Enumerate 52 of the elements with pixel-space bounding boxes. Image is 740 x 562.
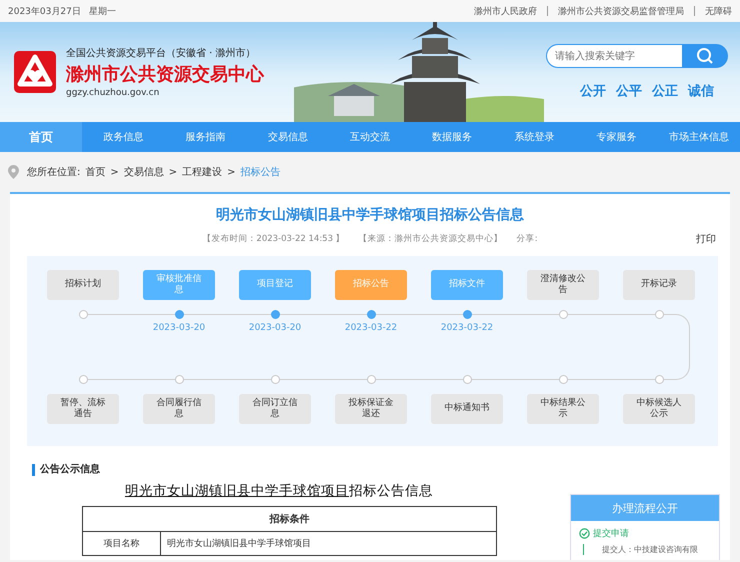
location-pin-icon	[8, 165, 19, 179]
breadcrumb-link[interactable]: 交易信息	[124, 165, 164, 179]
slogan-text: 公平	[616, 83, 642, 100]
location-label: 您所在位置:	[27, 166, 80, 179]
step-button[interactable]: 投标保证金退还	[335, 394, 407, 424]
process-step: 提交申请	[593, 527, 629, 540]
step-date: 2023-03-20	[248, 323, 302, 334]
platform-name: 全国公共资源交易平台（安徽省 · 滁州市）	[66, 46, 257, 60]
section-heading: 公告公示信息	[32, 464, 502, 476]
slogan-text: 诚信	[688, 83, 714, 100]
breadcrumb-separator: >	[110, 166, 119, 178]
check-circle-icon	[579, 528, 590, 539]
step-date: 2023-03-20	[152, 323, 206, 334]
search-button[interactable]	[682, 44, 728, 68]
date-text: 2023年03月27日	[8, 6, 81, 18]
publish-time: 【发布时间：2023-03-22 14:53 】	[202, 233, 345, 245]
breadcrumb-link[interactable]: 首页	[85, 165, 106, 179]
search-icon	[696, 47, 714, 65]
slogan-text: 公正	[652, 83, 678, 100]
header-link[interactable]: 无障碍	[705, 4, 732, 18]
breadcrumb-link[interactable]: 工程建设	[182, 165, 222, 179]
step-button[interactable]: 招标计划	[47, 270, 119, 300]
step-date: 2023-03-22	[344, 323, 398, 334]
step-button[interactable]: 中标结果公示	[527, 394, 599, 424]
header-link[interactable]: 滁州市人民政府	[474, 4, 537, 18]
slogan-text: 公开	[580, 83, 606, 100]
article-title: 明光市女山湖镇旧县中学手球馆项目招标公告信息	[215, 206, 525, 224]
step-button[interactable]: 合同履行信息	[143, 394, 215, 424]
step-button[interactable]: 合同订立信息	[239, 394, 311, 424]
step-button[interactable]: 澄清修改公告	[527, 270, 599, 300]
step-button[interactable]: 中标通知书	[431, 394, 503, 424]
site-title: 滁州市公共资源交易中心	[66, 63, 264, 86]
table-cell: 项目名称	[82, 532, 160, 556]
site-domain: ggzy.chuzhou.gov.cn	[66, 88, 160, 98]
table-cell: 明光市女山湖镇旧县中学手球馆项目	[160, 532, 496, 556]
search-field[interactable]: 请输入搜索关键字	[546, 44, 682, 68]
breadcrumb-separator: >	[168, 166, 178, 178]
sidebar-title: 办理流程公开	[571, 495, 719, 521]
step-button[interactable]: 暂停、流标通告	[47, 394, 119, 424]
header-link[interactable]: 滁州市公共资源交易监督管理局	[558, 4, 684, 18]
table-heading: 招标条件	[82, 506, 496, 532]
logo-icon	[14, 51, 56, 93]
step-button[interactable]: 中标候选人公示	[623, 394, 695, 424]
step-date: 2023-03-22	[440, 323, 494, 334]
weekday-text: 星期一	[88, 6, 116, 18]
breadcrumb-separator: >	[227, 166, 236, 178]
share-label: 分享:	[516, 233, 538, 245]
submitter-text: 提交人：中技建设咨询有限	[583, 544, 719, 555]
document-title: 明光市女山湖镇旧县中学手球馆项目 招标公告信息	[125, 482, 434, 500]
source-text: 【来源：滁州市公共资源交易中心】	[358, 233, 503, 245]
step-button[interactable]: 开标记录	[623, 270, 695, 300]
print-link[interactable]: 打印	[696, 232, 716, 246]
